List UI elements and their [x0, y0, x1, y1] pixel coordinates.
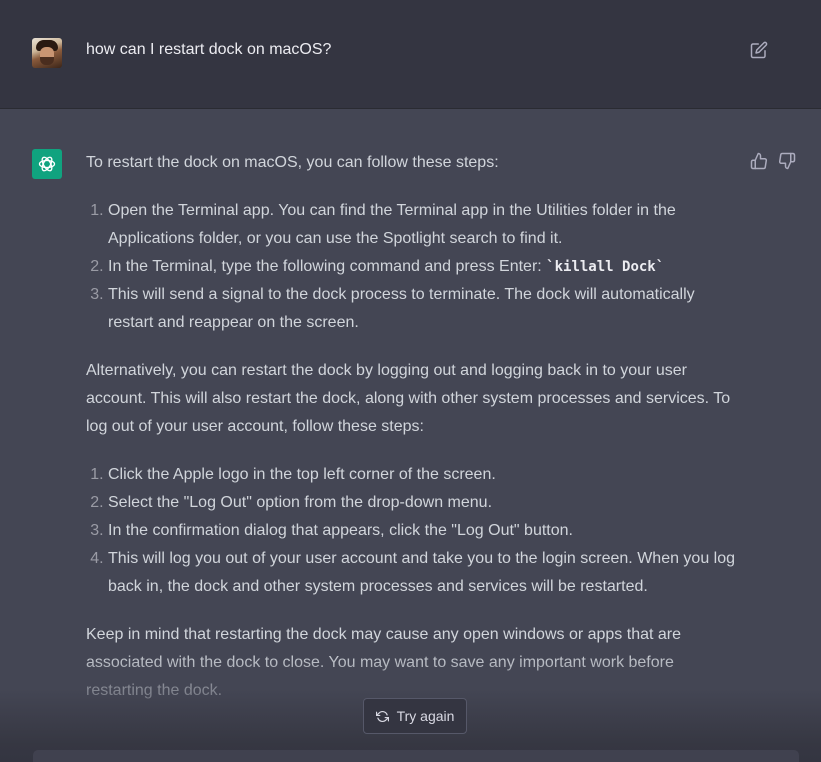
list-item: Select the "Log Out" option from the dro…	[108, 489, 736, 517]
closing-paragraph: Keep in mind that restarting the dock ma…	[86, 626, 682, 699]
message-input-box[interactable]	[33, 750, 799, 762]
refresh-icon	[375, 710, 389, 722]
alternative-paragraph: Alternatively, you can restart the dock …	[86, 362, 731, 435]
list-item: In the Terminal, type the following comm…	[108, 253, 736, 281]
intro-paragraph: To restart the dock on macOS, you can fo…	[86, 154, 499, 171]
user-avatar	[32, 38, 62, 68]
list-item: Open the Terminal app. You can find the …	[108, 197, 736, 253]
openai-logo-icon	[38, 156, 56, 172]
command-code: `killall Dock`	[546, 259, 665, 275]
list-item: Click the Apple logo in the top left cor…	[108, 461, 736, 489]
thumbs-up-icon[interactable]	[750, 152, 768, 170]
restart-steps-list: Open the Terminal app. You can find the …	[86, 197, 736, 337]
edit-icon[interactable]	[750, 41, 768, 59]
try-again-button[interactable]: Try again	[363, 698, 467, 734]
list-item: This will log you out of your user accou…	[108, 545, 736, 601]
list-item: This will send a signal to the dock proc…	[108, 281, 736, 337]
thumbs-down-icon[interactable]	[778, 152, 796, 170]
list-item: In the confirmation dialog that appears,…	[108, 517, 736, 545]
try-again-label: Try again	[396, 708, 455, 724]
assistant-message-content: To restart the dock on macOS, you can fo…	[86, 149, 736, 705]
user-message-row: how can I restart dock on macOS?	[0, 0, 821, 109]
assistant-message-row: To restart the dock on macOS, you can fo…	[0, 109, 821, 762]
assistant-avatar	[32, 149, 62, 179]
user-message-text: how can I restart dock on macOS?	[86, 41, 332, 58]
logout-steps-list: Click the Apple logo in the top left cor…	[86, 461, 736, 601]
